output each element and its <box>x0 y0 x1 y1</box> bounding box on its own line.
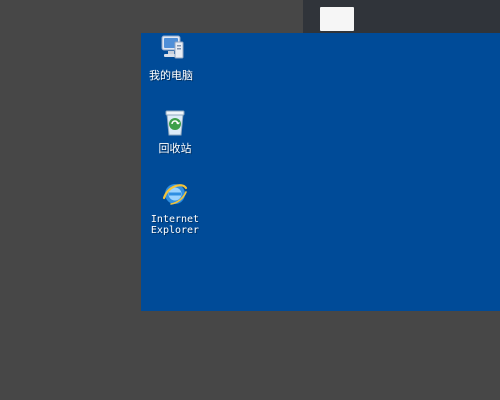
desktop-icon-label: Internet Explorer <box>150 214 200 236</box>
desktop-icon-my-computer[interactable]: 我的电脑 <box>137 34 205 82</box>
top-strip-white-block <box>320 7 354 31</box>
desktop-icon-label: 回收站 <box>158 142 192 155</box>
desktop-icon-recycle-bin[interactable]: 回收站 <box>141 107 209 155</box>
top-dark-strip <box>303 0 500 33</box>
desktop-area: 我的电脑 回收站 Internet Explorer <box>141 33 500 311</box>
internet-explorer-icon <box>162 184 188 205</box>
my-computer-icon <box>161 35 184 59</box>
desktop-icon-label: 我的电脑 <box>149 69 193 82</box>
recycle-bin-icon <box>165 110 185 136</box>
desktop-icon-internet-explorer[interactable]: Internet Explorer <box>141 178 209 236</box>
